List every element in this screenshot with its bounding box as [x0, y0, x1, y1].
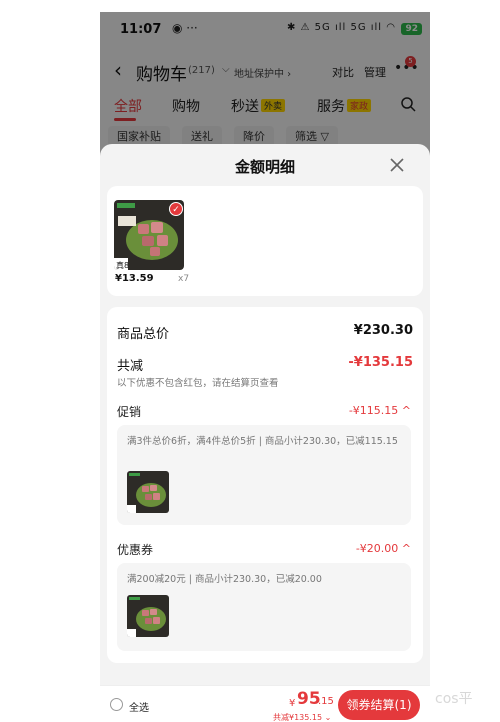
promo-product-image	[127, 471, 169, 513]
coupon-detail-box: 满200减20元 | 商品小计230.30，已减20.00	[117, 563, 411, 651]
saved-amount-toggle[interactable]: 共减¥135.15 ⌄	[273, 712, 331, 722]
promo-product-thumbnail	[127, 471, 169, 513]
coupon-label: 优惠券	[117, 543, 154, 557]
coupon-text: 满200减20元 | 商品小计230.30，已减20.00	[127, 574, 322, 585]
watermark: cos平	[435, 691, 473, 707]
coupon-product-image	[127, 595, 169, 637]
reduce-label: 共减	[117, 359, 144, 374]
price-detail-card: 商品总价 ¥230.30 共减 -¥135.15 以下优惠不包含红包，请在结算页…	[107, 307, 423, 663]
close-icon[interactable]	[388, 156, 406, 174]
reduce-value: -¥135.15	[348, 355, 413, 370]
promo-label: 促销	[117, 405, 142, 419]
coupon-toggle[interactable]: -¥20.00 ^	[356, 542, 411, 555]
product-card: 真8 ✓ ¥13.59 x7	[107, 186, 423, 296]
total-decimal: .15	[318, 696, 334, 707]
select-all-label[interactable]: 全选	[129, 699, 149, 714]
product-quantity: x7	[178, 274, 190, 284]
sheet-title: 金额明细	[234, 158, 295, 176]
select-all-radio[interactable]	[110, 698, 123, 711]
phone-screen: 11:07 ◉ ··· ✱ ⚠ 5G ıll 5G ıll ◠ 92 ‹ 购物车…	[100, 12, 430, 722]
screenshot-canvas: 11:07 ◉ ··· ✱ ⚠ 5G ıll 5G ıll ◠ 92 ‹ 购物车…	[0, 0, 500, 722]
promo-toggle[interactable]: -¥115.15 ^	[349, 404, 411, 417]
promo-text: 满3件总价6折，满4件总价5折 | 商品小计230.30，已减115.15	[127, 436, 398, 447]
checkout-bar: 全选 ¥ 95 .15 共减¥135.15 ⌄ 领券结算(1)	[100, 685, 430, 722]
thumb-text: 真8	[116, 260, 129, 270]
total-currency: ¥	[289, 698, 296, 709]
coupon-product-thumbnail	[127, 595, 169, 637]
total-value: ¥230.30	[353, 323, 413, 338]
checked-icon: ✓	[169, 202, 183, 216]
amount-detail-sheet: 金额明细 真8 ✓ ¥13.59 x7 商品总价 ¥230.30 共减 -¥13…	[100, 144, 430, 722]
promo-detail-box: 满3件总价6折，满4件总价5折 | 商品小计230.30，已减115.15	[117, 425, 411, 525]
reduce-note: 以下优惠不包含红包，请在结算页查看	[117, 378, 279, 389]
total-label: 商品总价	[117, 327, 170, 342]
product-price: ¥13.59	[115, 273, 154, 284]
checkout-button[interactable]: 领券结算(1)	[338, 690, 420, 720]
